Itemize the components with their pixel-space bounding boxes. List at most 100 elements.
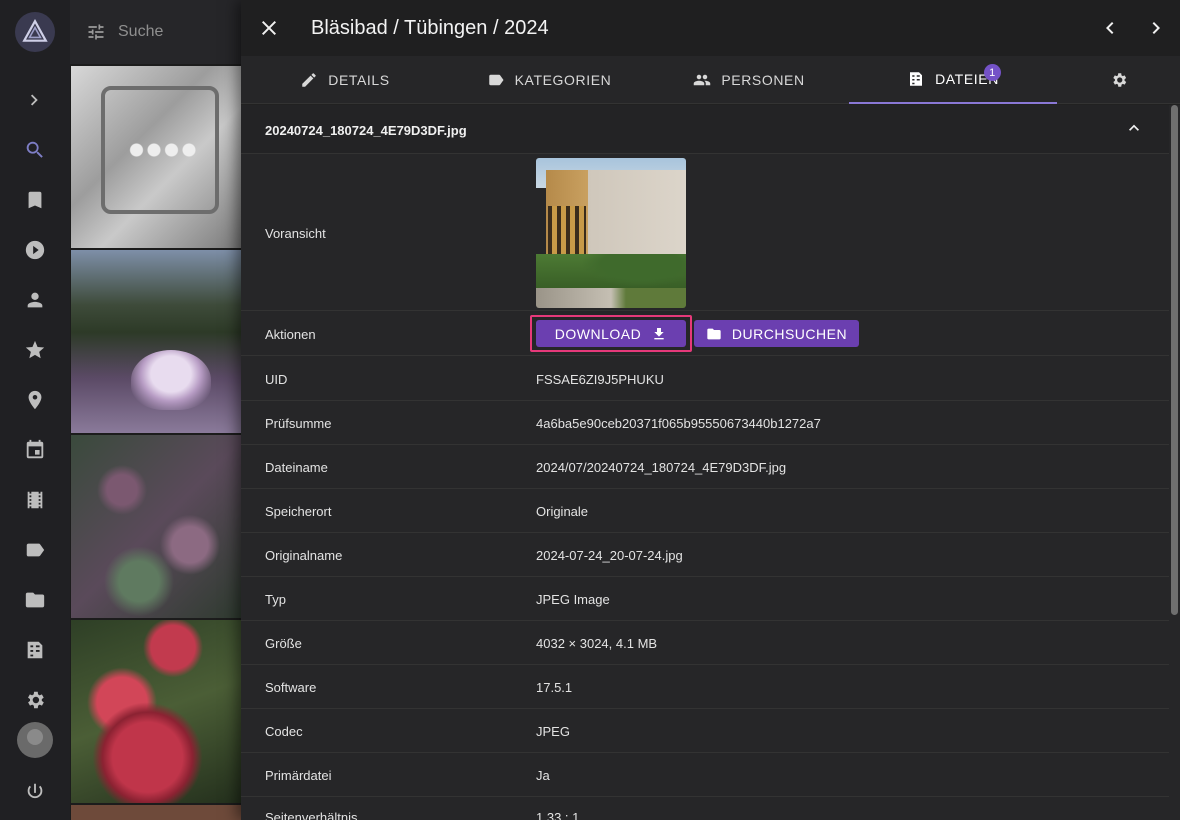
expand-sidebar-button[interactable]: [23, 88, 47, 112]
photo-edit-dialog: Bläsibad / Tübingen / 2024 DETAILS KATEG…: [241, 0, 1180, 820]
info-row-checksum: Prüfsumme 4a6ba5e90ceb20371f065b95550673…: [241, 401, 1169, 445]
tab-people[interactable]: PERSONEN: [649, 56, 849, 104]
folder-icon: [707, 328, 721, 339]
tab-settings[interactable]: [1057, 56, 1180, 104]
nav-library[interactable]: [23, 638, 47, 662]
files-count-badge: 1: [984, 64, 1001, 81]
chevron-left-icon: [1106, 22, 1114, 34]
nav-places[interactable]: [23, 388, 47, 412]
file-cabinet-icon: [27, 641, 43, 659]
gear-icon: [28, 691, 44, 709]
scrollbar[interactable]: [1169, 105, 1180, 820]
label-icon: [488, 74, 504, 86]
nav-calendar[interactable]: [23, 438, 47, 462]
photo-thumbnail[interactable]: [71, 250, 241, 433]
info-row-original-name: Originalname 2024-07-24_20-07-24.jpg: [241, 533, 1169, 577]
search-bar[interactable]: Suche: [70, 0, 250, 64]
file-expansion-header[interactable]: 20240724_180724_4E79D3DF.jpg: [241, 105, 1169, 154]
nav-albums[interactable]: [23, 188, 47, 212]
nav-search[interactable]: [23, 138, 47, 162]
nav-videos[interactable]: [23, 238, 47, 262]
tab-categories[interactable]: KATEGORIEN: [449, 56, 649, 104]
nav-people[interactable]: [23, 288, 47, 312]
field-value: 2024/07/20240724_180724_4E79D3DF.jpg: [536, 460, 787, 475]
dialog-title: Bläsibad / Tübingen / 2024: [311, 17, 549, 39]
field-value: JPEG: [536, 724, 570, 739]
tab-categories-label: KATEGORIEN: [514, 72, 612, 88]
info-row-aspect-ratio: Seitenverhältnis 1.33 : 1: [241, 797, 1169, 820]
photo-thumbnail[interactable]: [71, 66, 241, 248]
info-row-software: Software 17.5.1: [241, 665, 1169, 709]
browse-button[interactable]: DURCHSUCHEN: [694, 320, 859, 347]
folder-icon: [25, 592, 45, 608]
photo-thumbnail[interactable]: [71, 805, 241, 820]
actions-row: Aktionen DOWNLOAD DURCHSUCHEN: [241, 312, 1169, 356]
field-value: Originale: [536, 504, 589, 519]
field-value: Ja: [536, 768, 550, 783]
filter-sliders-icon[interactable]: [86, 22, 106, 42]
collapse-button[interactable]: [1124, 118, 1144, 138]
app-logo[interactable]: [15, 12, 55, 52]
tab-files[interactable]: DATEIEN 1: [849, 56, 1057, 104]
navigation-rail: [0, 0, 70, 820]
field-label: Dateiname: [265, 460, 328, 475]
power-icon: [27, 783, 43, 799]
nav-labels[interactable]: [23, 538, 47, 562]
label-icon: [26, 543, 45, 557]
info-row-storage: Speicherort Originale: [241, 489, 1169, 533]
info-row-filename: Dateiname 2024/07/20240724_180724_4E79D3…: [241, 445, 1169, 489]
download-button[interactable]: DOWNLOAD: [536, 320, 686, 347]
logo-icon: [22, 19, 48, 42]
logout-button[interactable]: [23, 780, 47, 804]
file-preview-image[interactable]: [536, 158, 686, 308]
info-row-size: Größe 4032 × 3024, 4.1 MB: [241, 621, 1169, 665]
calendar-icon: [26, 439, 44, 459]
film-icon: [27, 491, 43, 509]
star-icon: [25, 340, 45, 359]
tab-details[interactable]: DETAILS: [241, 56, 449, 104]
field-label: UID: [265, 372, 288, 387]
field-label: Originalname: [265, 548, 343, 563]
previous-photo-button[interactable]: [1098, 16, 1122, 40]
place-icon: [28, 390, 42, 410]
next-photo-button[interactable]: [1144, 16, 1168, 40]
close-button[interactable]: [257, 16, 281, 40]
user-avatar[interactable]: [17, 722, 53, 758]
field-label: Größe: [265, 636, 302, 651]
info-row-primary: Primärdatei Ja: [241, 753, 1169, 797]
close-icon: [262, 21, 276, 35]
field-label: Codec: [265, 724, 303, 739]
nav-favorites[interactable]: [23, 338, 47, 362]
tab-people-label: PERSONEN: [721, 72, 805, 88]
download-icon: [654, 327, 664, 339]
nav-folders[interactable]: [23, 588, 47, 612]
info-row-uid: UID FSSAE6ZI9J5PHUKU: [241, 357, 1169, 401]
field-value: 17.5.1: [536, 680, 573, 695]
photo-thumbnail[interactable]: [71, 435, 241, 618]
field-label: Software: [265, 680, 317, 695]
preview-row: Voransicht: [241, 155, 1169, 311]
play-circle-icon: [25, 240, 45, 260]
field-value: FSSAE6ZI9J5PHUKU: [536, 372, 664, 387]
chevron-right-icon: [30, 94, 38, 106]
actions-label: Aktionen: [265, 327, 316, 342]
photo-thumbnail[interactable]: [71, 620, 241, 803]
field-value: 4a6ba5e90ceb20371f065b95550673440b1272a7: [536, 416, 821, 431]
field-value: JPEG Image: [536, 592, 610, 607]
bookmark-icon: [28, 191, 42, 209]
search-placeholder: Suche: [118, 23, 164, 40]
nav-moments[interactable]: [23, 488, 47, 512]
preview-label: Voransicht: [265, 226, 326, 241]
photo-grid: [70, 65, 242, 820]
dialog-toolbar: Bläsibad / Tübingen / 2024: [241, 0, 1180, 56]
gear-icon: [1112, 73, 1126, 87]
download-button-label: DOWNLOAD: [554, 325, 642, 342]
dialog-tabs: DETAILS KATEGORIEN PERSONEN DATEIEN 1: [241, 56, 1180, 104]
file-cabinet-icon: [910, 72, 923, 86]
info-row-codec: Codec JPEG: [241, 709, 1169, 753]
scrollbar-thumb[interactable]: [1171, 105, 1178, 615]
browse-button-label: DURCHSUCHEN: [731, 325, 848, 342]
nav-settings[interactable]: [23, 688, 47, 712]
field-label: Speicherort: [265, 504, 332, 519]
chevron-up-icon: [1129, 124, 1139, 131]
